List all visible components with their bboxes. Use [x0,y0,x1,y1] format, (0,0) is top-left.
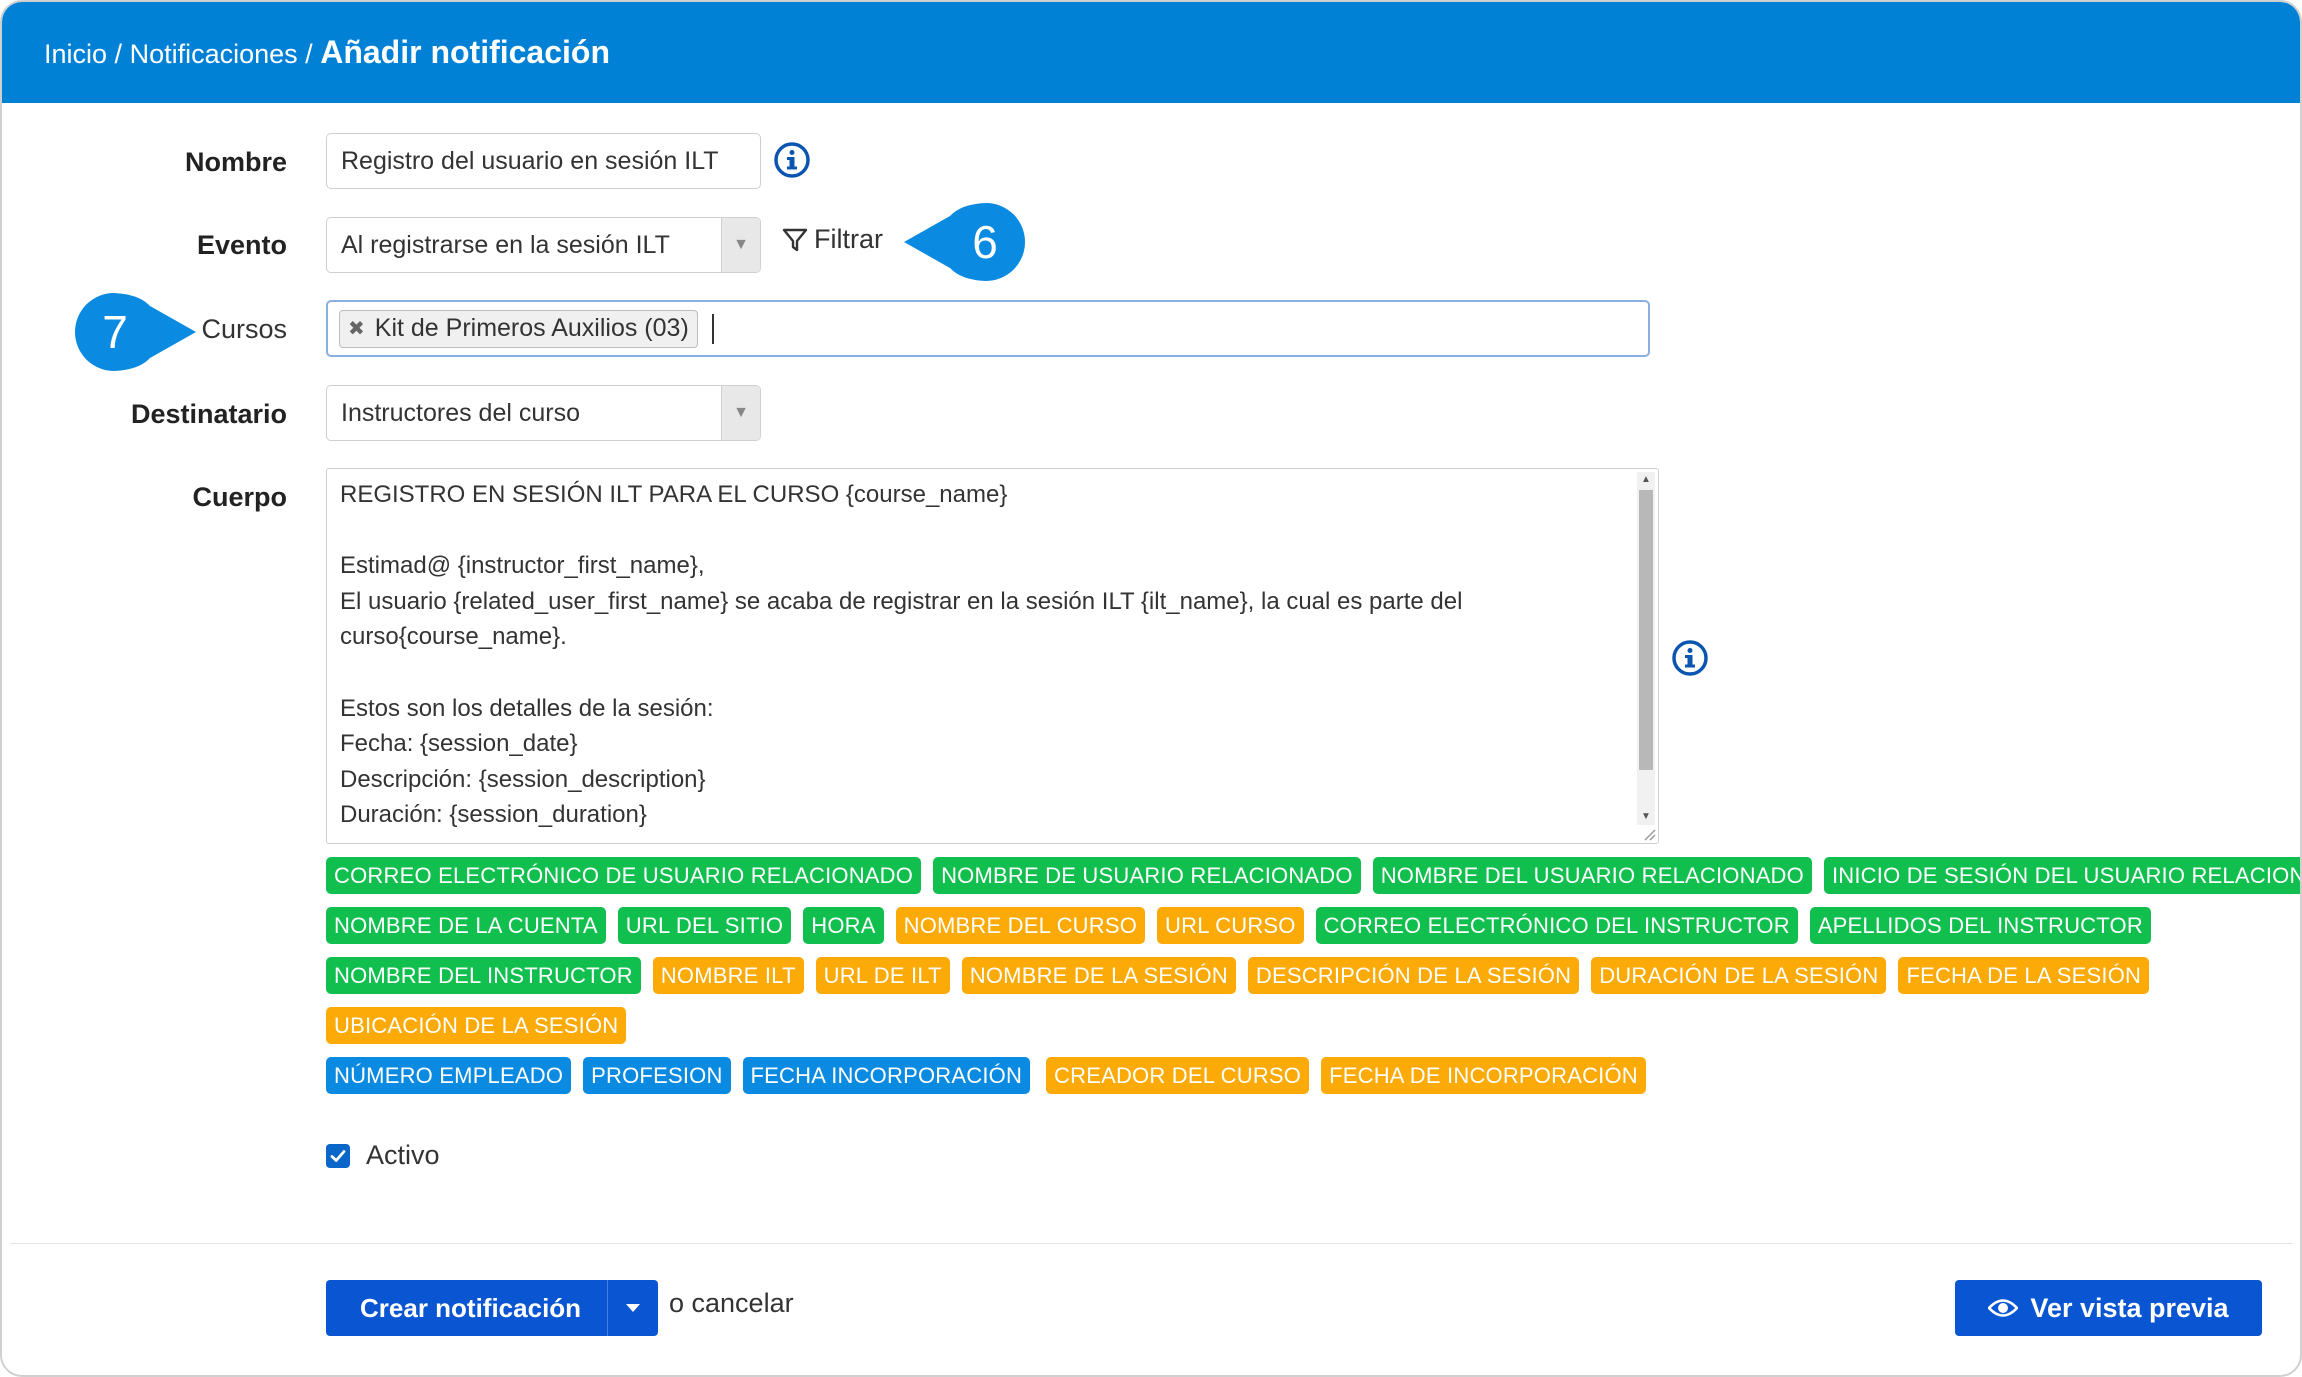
placeholder-token[interactable]: FECHA INCORPORACIÓN [742,1057,1031,1094]
placeholder-token[interactable]: URL DEL SITIO [617,907,792,944]
footer-divider [10,1243,2292,1244]
cuerpo-textarea[interactable]: REGISTRO EN SESIÓN ILT PARA EL CURSO {co… [326,468,1659,844]
placeholder-token[interactable]: NOMBRE DEL USUARIO RELACIONADO [1372,857,1812,894]
dropdown-toggle[interactable] [607,1280,658,1336]
placeholder-token[interactable]: NOMBRE DE LA SESIÓN [961,957,1236,994]
placeholder-row: NOMBRE DEL INSTRUCTOR NOMBRE ILT URL DE IL… [326,957,2266,994]
destinatario-select[interactable]: Instructores del curso ▼ [326,385,761,441]
cuerpo-label: Cuerpo [192,482,288,512]
cursos-multiselect[interactable]: ✖ Kit de Primeros Auxilios (03) [326,300,1650,357]
placeholder-token[interactable]: PROFESION [583,1057,731,1094]
page-title: Añadir notificación [320,34,610,70]
destinatario-label: Destinatario [130,399,287,429]
placeholder-token[interactable]: DESCRIPCIÓN DE LA SESIÓN [1247,957,1580,994]
cursos-label: Cursos [201,314,287,344]
destinatario-value: Instructores del curso [341,398,580,427]
placeholder-token[interactable]: APELLIDOS DEL INSTRUCTOR [1809,907,2151,944]
placeholder-token[interactable]: NOMBRE DE LA CUENTA [326,907,606,944]
breadcrumb-notificaciones[interactable]: Notificaciones [130,39,298,69]
chevron-down-icon: ▼ [721,218,760,272]
info-icon[interactable] [1671,639,1709,677]
evento-label: Evento [196,230,287,260]
placeholder-token[interactable]: FECHA DE INCORPORACIÓN [1321,1057,1646,1094]
activo-label: Activo [366,1140,440,1170]
chevron-down-icon: ▼ [721,386,760,440]
course-tag: ✖ Kit de Primeros Auxilios (03) [339,309,698,348]
preview-button[interactable]: Ver vista previa [1955,1280,2262,1336]
preview-label: Ver vista previa [2030,1292,2229,1323]
evento-select[interactable]: Al registrarse en la sesión ILT ▼ [326,217,761,273]
placeholder-token[interactable]: CORREO ELECTRÓNICO DE USUARIO RELACIONAD… [326,857,922,894]
page-header: Inicio / Notificaciones / Añadir notific… [2,2,2300,103]
placeholder-token[interactable]: DURACIÓN DE LA SESIÓN [1591,957,1887,994]
placeholder-token[interactable]: NÚMERO EMPLEADO [326,1057,572,1094]
placeholder-token[interactable]: NOMBRE ILT [652,957,804,994]
page-frame: Inicio / Notificaciones / Añadir notific… [0,0,2302,1377]
placeholder-row: NÚMERO EMPLEADO PROFESION FECHA INCORPORAC… [326,1057,2266,1094]
scroll-thumb[interactable] [1639,490,1653,770]
cuerpo-text: REGISTRO EN SESIÓN ILT PARA EL CURSO {co… [340,481,1463,829]
filter-icon [782,228,808,251]
resize-handle-icon[interactable] [1640,825,1656,841]
placeholder-token[interactable]: URL CURSO [1157,907,1304,944]
placeholder-token[interactable]: FECHA DE LA SESIÓN [1898,957,2150,994]
scroll-up-icon[interactable]: ▲ [1637,472,1655,488]
placeholder-token[interactable]: NOMBRE DE USUARIO RELACIONADO [933,857,1361,894]
placeholder-row: CORREO ELECTRÓNICO DE USUARIO RELACIONAD… [326,857,2300,894]
placeholder-token[interactable]: INICIO DE SESIÓN DEL USUARIO RELACIONADO [1823,857,2300,894]
breadcrumb-home[interactable]: Inicio [44,39,107,69]
nombre-input[interactable]: Registro del usuario en sesión ILT [326,133,761,189]
course-tag-label: Kit de Primeros Auxilios (03) [374,314,689,342]
create-notification-button[interactable]: Crear notificación [326,1280,658,1336]
info-icon[interactable] [773,141,811,179]
placeholder-tags: CORREO ELECTRÓNICO DE USUARIO RELACIONAD… [326,857,2300,1107]
scrollbar[interactable]: ▲ ▼ [1637,472,1655,825]
text-caret [711,313,714,344]
activo-checkbox[interactable] [326,1143,350,1168]
placeholder-row: NOMBRE DE LA CUENTA URL DEL SITIO HORA NOMB… [326,907,2266,944]
placeholder-token[interactable]: URL DE ILT [815,957,950,994]
placeholder-token[interactable]: HORA [803,907,884,944]
check-icon [330,1149,346,1162]
activo-row: Activo [326,1140,440,1171]
cancel-link[interactable]: o cancelar [669,1288,794,1319]
placeholder-token[interactable]: UBICACIÓN DE LA SESIÓN [326,1007,627,1044]
scroll-down-icon[interactable]: ▼ [1637,809,1655,825]
eye-icon [1988,1299,2019,1317]
breadcrumb: Inicio / Notificaciones / Añadir notific… [44,34,610,70]
create-notification-label: Crear notificación [360,1292,582,1323]
placeholder-token[interactable]: NOMBRE DEL INSTRUCTOR [326,957,641,994]
filter-label: Filtrar [814,224,883,254]
remove-tag-icon[interactable]: ✖ [348,316,365,341]
placeholder-token[interactable]: CORREO ELECTRÓNICO DEL INSTRUCTOR [1315,907,1798,944]
filter-button[interactable]: Filtrar [782,224,883,255]
placeholder-token[interactable]: CREADOR DEL CURSO [1046,1057,1310,1094]
callout-6: 6 [904,202,1026,282]
evento-value: Al registrarse en la sesión ILT [341,230,670,259]
nombre-label: Nombre [184,147,287,177]
caret-down-icon [626,1304,640,1312]
placeholder-row: UBICACIÓN DE LA SESIÓN [326,1007,2266,1044]
placeholder-token[interactable]: NOMBRE DEL CURSO [895,907,1146,944]
